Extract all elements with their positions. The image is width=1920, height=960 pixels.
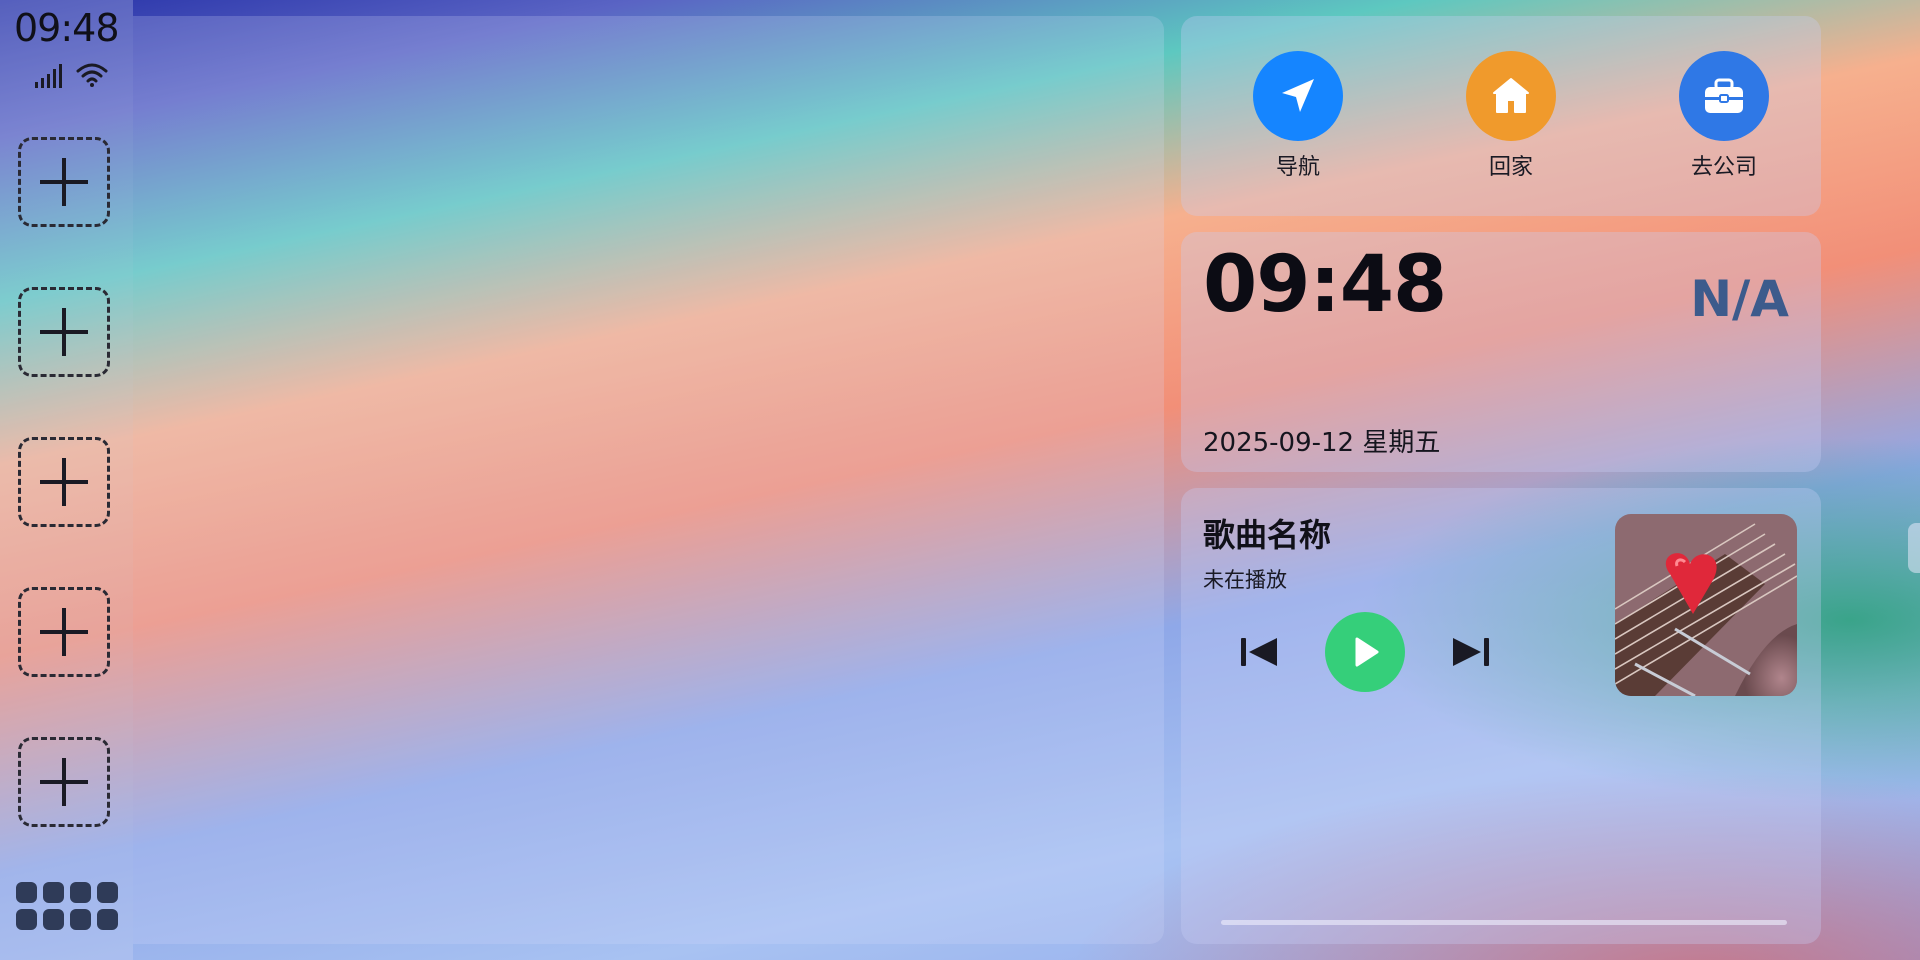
next-icon bbox=[1453, 638, 1489, 666]
playback-progress-bar[interactable] bbox=[1221, 920, 1787, 925]
home-icon bbox=[1466, 51, 1556, 141]
add-widget-slot-1[interactable] bbox=[18, 137, 110, 227]
main-map-panel[interactable] bbox=[133, 16, 1164, 944]
playback-controls bbox=[1219, 612, 1511, 692]
app-grid-dot bbox=[70, 882, 91, 903]
plus-icon bbox=[40, 608, 88, 656]
app-grid-dot bbox=[70, 909, 91, 930]
play-icon bbox=[1355, 637, 1379, 667]
album-cover bbox=[1615, 514, 1797, 696]
clock-card: 09:48 N/A 2025-09-12 星期五 bbox=[1181, 232, 1821, 472]
plus-icon bbox=[40, 158, 88, 206]
play-button[interactable] bbox=[1325, 612, 1405, 692]
previous-track-button[interactable] bbox=[1219, 612, 1299, 692]
status-icons bbox=[34, 62, 108, 92]
add-widget-slot-5[interactable] bbox=[18, 737, 110, 827]
navigation-arrow-icon bbox=[1253, 51, 1343, 141]
weather-value: N/A bbox=[1690, 270, 1789, 328]
add-widget-slot-4[interactable] bbox=[18, 587, 110, 677]
plus-icon bbox=[40, 308, 88, 356]
signal-icon bbox=[34, 64, 64, 92]
playback-status: 未在播放 bbox=[1203, 568, 1287, 592]
shortcut-work[interactable]: 去公司 bbox=[1654, 51, 1794, 181]
app-grid-dot bbox=[43, 882, 64, 903]
app-grid-icon[interactable] bbox=[16, 882, 118, 932]
plus-icon bbox=[40, 458, 88, 506]
shortcut-label: 回家 bbox=[1488, 155, 1533, 180]
briefcase-icon bbox=[1679, 51, 1769, 141]
add-widget-slot-3[interactable] bbox=[18, 437, 110, 527]
navigation-shortcuts-card: 导航 回家 去公司 bbox=[1181, 16, 1821, 216]
shortcut-label: 去公司 bbox=[1690, 155, 1757, 180]
app-grid-dot bbox=[97, 909, 118, 930]
shortcut-navigation[interactable]: 导航 bbox=[1228, 51, 1368, 181]
song-title: 歌曲名称 bbox=[1203, 516, 1332, 554]
add-widget-slot-2[interactable] bbox=[18, 287, 110, 377]
app-grid-dot bbox=[16, 909, 37, 930]
clock-date: 2025-09-12 星期五 bbox=[1203, 428, 1441, 458]
shortcut-home[interactable]: 回家 bbox=[1441, 51, 1581, 181]
clock-time: 09:48 bbox=[1203, 240, 1447, 330]
wifi-icon bbox=[76, 62, 108, 92]
plus-icon bbox=[40, 758, 88, 806]
app-grid-dot bbox=[16, 882, 37, 903]
left-dock: 09:48 bbox=[0, 0, 133, 960]
app-grid-dot bbox=[43, 909, 64, 930]
next-track-button[interactable] bbox=[1431, 612, 1511, 692]
status-time: 09:48 bbox=[14, 6, 120, 50]
music-player-card: 歌曲名称 未在播放 bbox=[1181, 488, 1821, 944]
app-grid-dot bbox=[97, 882, 118, 903]
side-panel-handle[interactable] bbox=[1908, 523, 1920, 573]
shortcut-label: 导航 bbox=[1275, 155, 1320, 180]
previous-icon bbox=[1241, 638, 1277, 666]
